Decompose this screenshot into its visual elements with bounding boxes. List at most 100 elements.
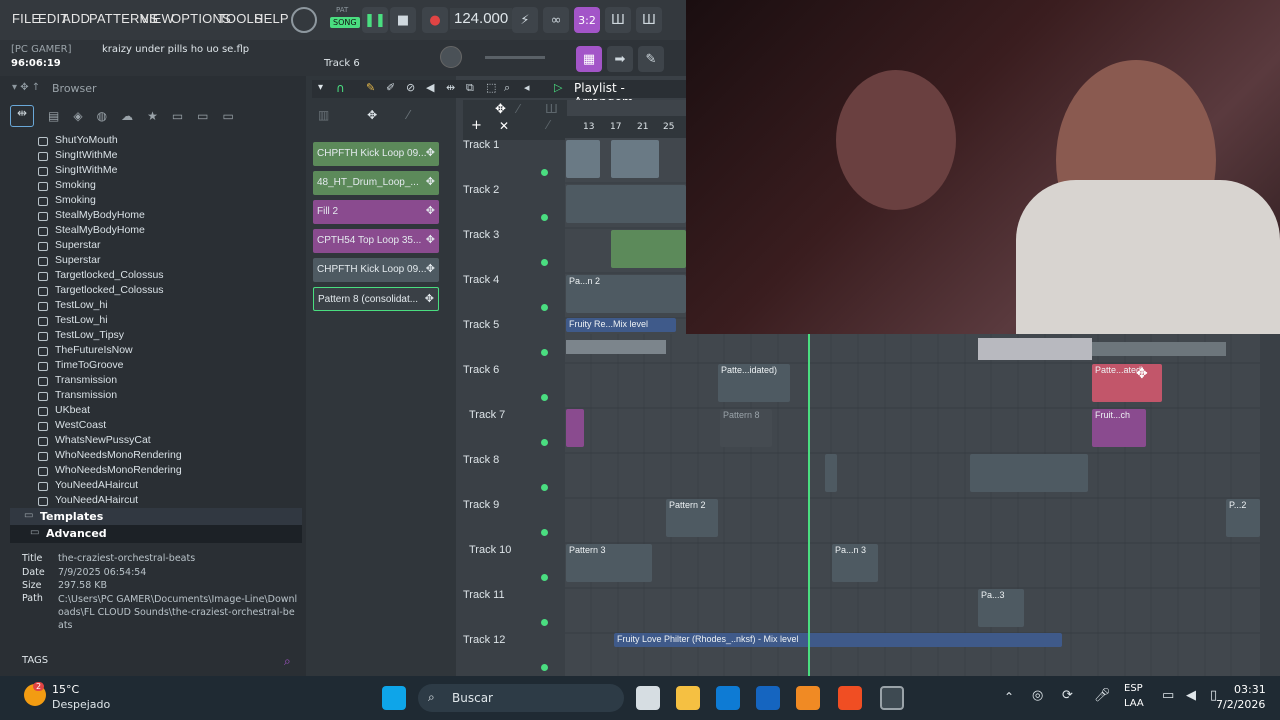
clip-t5-audio-c[interactable] [1092, 342, 1226, 356]
browser-file-item[interactable]: Superstar [55, 254, 101, 266]
browser-nav-icon[interactable]: ▾ ✥ ↑ [12, 82, 40, 93]
select-tool-icon[interactable]: ⬚ [486, 81, 496, 94]
clip-t12[interactable]: Fruity Love Philter (Rhodes_..nksf) - Mi… [614, 633, 1062, 647]
clip-t10a[interactable]: Pattern 3 [566, 544, 652, 582]
menu-view[interactable]: VIEW [140, 11, 174, 26]
browser-cloud-icon[interactable]: ☁ [121, 109, 133, 123]
stop-button[interactable]: ■ [390, 7, 416, 33]
master-pitch-slider[interactable] [485, 56, 545, 59]
microphone-icon[interactable]: 🎤︎ [1094, 688, 1111, 703]
menu-add[interactable]: ADD [62, 11, 90, 26]
loop-record-icon[interactable]: ∞ [543, 7, 569, 33]
browser-plugins-icon[interactable]: ◈ [73, 109, 82, 123]
clip-t5-audio[interactable] [566, 340, 666, 354]
pattern-picker-item[interactable]: CHPFTH Kick Loop 09... ✥ [313, 258, 439, 282]
browser-file-item[interactable]: Targetlocked_Colossus [55, 284, 164, 296]
snap-button[interactable]: 3:2 [574, 7, 600, 33]
track-header-label[interactable]: Track 3 [463, 229, 499, 241]
pencil-icon[interactable]: ✎ [638, 46, 664, 72]
browser-file-item[interactable]: Superstar [55, 239, 101, 251]
play-pause-button[interactable]: ❚❚ [362, 7, 388, 33]
track-header-label[interactable]: Track 9 [463, 499, 499, 511]
track-header-label[interactable]: Track 5 [463, 319, 499, 331]
track-header-label[interactable]: Track 4 [463, 274, 499, 286]
move-icon[interactable]: ✥ [495, 102, 506, 117]
clip-t4[interactable]: Pa...n 2 [566, 275, 686, 313]
chatgpt-icon[interactable] [880, 686, 904, 710]
drag-pattern-icon[interactable]: ✥ [426, 175, 435, 188]
track-header-label[interactable]: Track 7 [469, 409, 505, 421]
brush-icon[interactable]: ⁄ [517, 102, 519, 116]
track-mute-led[interactable] [541, 394, 548, 401]
browser-star-icon[interactable]: ★ [147, 109, 158, 123]
clip-t6b[interactable]: Patte...ated) [1092, 364, 1162, 402]
browser-folder2-icon[interactable]: ▭ [197, 109, 208, 123]
slice-tool-icon[interactable]: ⧉ [466, 81, 474, 95]
chevron-up-icon[interactable]: ⌃ [1004, 690, 1014, 704]
tags-search-icon[interactable]: ⌕ [284, 654, 291, 669]
mixer-icon[interactable]: ⁄ [547, 118, 549, 132]
track-mute-led[interactable] [541, 259, 548, 266]
browser-file-item[interactable]: TestLow_Tipsy [55, 329, 124, 341]
browser-file-item[interactable]: Targetlocked_Colossus [55, 269, 164, 281]
browser-files-icon[interactable]: ▤ [48, 109, 59, 123]
track-mute-led[interactable] [541, 169, 548, 176]
menu-file[interactable]: FILE [12, 11, 40, 26]
track-header-label[interactable]: Track 12 [463, 634, 505, 646]
tray-icon-1[interactable]: ◎ [1032, 688, 1043, 703]
task-view-icon[interactable] [636, 686, 660, 710]
drag-pattern-icon[interactable]: ✥ [426, 146, 435, 159]
drag-pattern-icon[interactable]: ✥ [425, 292, 434, 305]
arrow-right-icon[interactable]: ➡ [607, 46, 633, 72]
track-mute-led[interactable] [541, 574, 548, 581]
track-mute-led[interactable] [541, 304, 548, 311]
magnet-icon[interactable]: ∩ [336, 81, 345, 95]
song-mode-button[interactable]: SONG [330, 17, 360, 28]
browser-file-item[interactable]: WhoNeedsMonoRendering [55, 449, 182, 461]
browser-file-item[interactable]: Smoking [55, 194, 96, 206]
browser-file-item[interactable]: TheFutureIsNow [55, 344, 133, 356]
pattern-picker-item[interactable]: CHPFTH Kick Loop 09... ✥ [313, 142, 439, 166]
metronome-icon[interactable]: ⚡ [512, 7, 538, 33]
add-track-icon[interactable]: + [471, 118, 482, 133]
browser-file-item[interactable]: UKbeat [55, 404, 90, 416]
clip-t7b[interactable]: Fruit...ch [1092, 409, 1146, 447]
pat-label[interactable]: PAT [336, 6, 348, 14]
timeline-scrollbar[interactable] [567, 100, 686, 116]
clip-t2[interactable] [566, 185, 686, 223]
track-mute-led[interactable] [541, 484, 548, 491]
close-icon[interactable]: ✕ [499, 119, 509, 133]
store-icon[interactable] [716, 686, 740, 710]
slip-tool-icon[interactable]: ⇹ [446, 81, 455, 94]
clock-time[interactable]: 03:31 [1234, 683, 1266, 696]
tray-icon-2[interactable]: ⟳ [1062, 688, 1073, 703]
browser-file-item[interactable]: StealMyBodyHome [55, 209, 145, 221]
language-label[interactable]: ESP [1124, 683, 1143, 694]
clip-t10b[interactable]: Pa...n 3 [832, 544, 878, 582]
speaker-tool-icon[interactable]: ◂ [524, 81, 530, 94]
browser-file-item[interactable]: TestLow_hi [55, 299, 108, 311]
track-mute-led[interactable] [541, 664, 548, 671]
clock-date[interactable]: 7/2/2026 [1216, 698, 1265, 711]
picker-grid-icon[interactable]: ▥ [318, 108, 329, 122]
clip-t5-automation[interactable]: Fruity Re...Mix level [566, 318, 676, 332]
track-mute-led[interactable] [541, 439, 548, 446]
browser-file-item[interactable]: YouNeedAHaircut [55, 494, 138, 506]
track-header-label[interactable]: Track 2 [463, 184, 499, 196]
volume-icon[interactable]: ◀ [1186, 688, 1196, 703]
track-mute-led[interactable] [541, 619, 548, 626]
track-header-label[interactable]: Track 10 [469, 544, 511, 556]
record-button[interactable]: ● [422, 7, 448, 33]
clip-t5-audio-b[interactable] [978, 338, 1092, 360]
browser-file-item[interactable]: StealMyBodyHome [55, 224, 145, 236]
wave-icon[interactable]: Ш [636, 7, 662, 33]
drag-pattern-icon[interactable]: ✥ [426, 233, 435, 246]
drag-pattern-icon[interactable]: ✥ [426, 204, 435, 217]
clip-t1a[interactable] [566, 140, 600, 178]
brush-tool-icon[interactable]: ✐ [386, 81, 395, 94]
pencil-tool-icon[interactable]: ✎ [366, 81, 375, 94]
menu-help[interactable]: HELP [254, 11, 289, 26]
drag-pattern-icon[interactable]: ✥ [426, 262, 435, 275]
tempo-display[interactable]: 124.000 [450, 8, 513, 29]
browser-folder-icon[interactable]: ▭ [172, 109, 183, 123]
